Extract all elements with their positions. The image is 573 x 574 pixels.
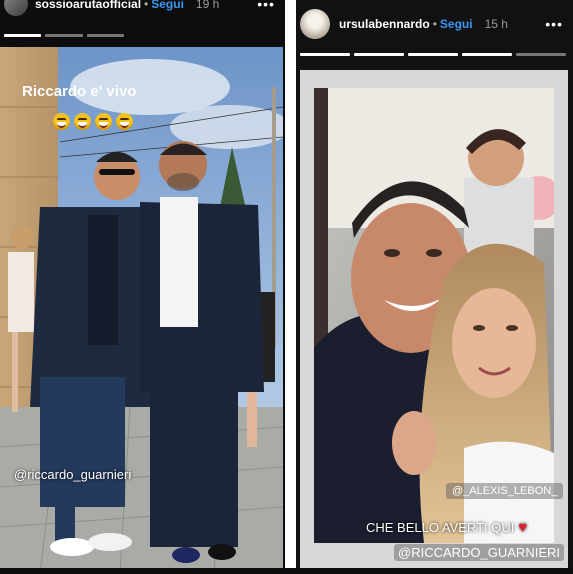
story-header-left: sossioarutaofficial • Segui 19 h ••• (0, 0, 285, 26)
follow-button[interactable]: Segui (440, 17, 473, 31)
username[interactable]: ursulabennardo (339, 17, 430, 31)
laughing-emoji-icon (74, 113, 91, 130)
mention-tag[interactable]: @RICCARDO_GUARNIERI (394, 544, 564, 561)
timestamp: 15 h (484, 17, 508, 31)
laughing-emoji-icon (116, 113, 133, 130)
more-dots-icon[interactable]: ••• (257, 0, 275, 12)
progress-segment (4, 34, 42, 37)
story-progress (4, 34, 124, 37)
avatar[interactable] (300, 9, 330, 39)
progress-segment (86, 34, 124, 37)
progress-segment (462, 53, 512, 56)
bottom-bar (0, 568, 573, 574)
story-photo-right (314, 88, 554, 543)
follow-button[interactable]: Segui (151, 0, 184, 11)
photo-selfie (314, 88, 554, 543)
caption: CHE BELLO AVERTI QUI ♥ (366, 519, 527, 536)
heart-icon: ♥ (518, 519, 528, 536)
progress-segment (300, 53, 350, 56)
caption-text: CHE BELLO AVERTI QUI (366, 520, 515, 535)
progress-segment (354, 53, 404, 56)
timestamp: 19 h (195, 0, 220, 11)
story-header-right: ursulabennardo • Segui 15 h ••• (296, 2, 573, 46)
username[interactable]: sossioarutaofficial (35, 0, 141, 11)
more-dots-icon[interactable]: ••• (545, 16, 563, 32)
divider (285, 0, 296, 574)
story-text: Riccardo e' vivo (22, 83, 137, 100)
user-tag-small[interactable]: @_ALEXIS_LEBON_ (446, 483, 564, 499)
mention-tag[interactable]: @riccardo_guarnieri (14, 467, 131, 482)
laughing-emoji-icon (53, 113, 70, 130)
story-left[interactable]: sossioarutaofficial • Segui 19 h ••• Ric… (0, 0, 285, 574)
story-right[interactable]: ursulabennardo • Segui 15 h ••• @_ALEXIS… (296, 0, 573, 574)
progress-segment (516, 53, 566, 56)
progress-segment (408, 53, 458, 56)
story-progress (300, 53, 566, 56)
story-frame: @_ALEXIS_LEBON_ CHE BELLO AVERTI QUI ♥ @… (300, 70, 568, 574)
laughing-emoji-icon (95, 113, 112, 130)
avatar[interactable] (4, 0, 28, 16)
progress-segment (45, 34, 83, 37)
story-photo-left (0, 47, 283, 574)
photo-two-men (0, 47, 283, 574)
